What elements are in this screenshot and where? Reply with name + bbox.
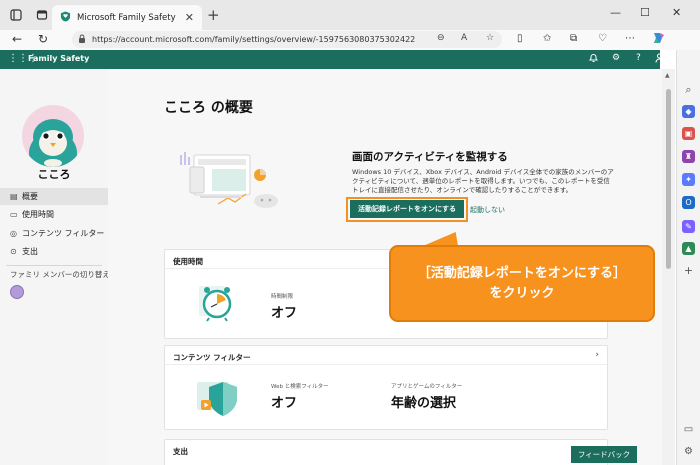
page-scrollbar[interactable]: ▲ [662, 69, 675, 465]
outlook-icon[interactable]: O [682, 196, 695, 209]
callout-line-2: をクリック [489, 285, 555, 301]
settings-icon[interactable]: ⚙ [612, 53, 620, 63]
nav-item-content-filter[interactable]: ◎ コンテンツ フィルター [0, 225, 108, 242]
designer-icon[interactable]: ✎ [682, 220, 695, 233]
instruction-callout: ［活動記録レポートをオンにする］ をクリック [389, 245, 655, 322]
web-filter-label: Web と検索フィルター [271, 384, 329, 390]
add-icon[interactable]: + [682, 264, 695, 277]
nav-item-spending[interactable]: ⊙ 支出 [0, 243, 108, 260]
feedback-button[interactable]: フィードバック [571, 446, 637, 463]
content-filter-card[interactable]: コンテンツ フィルター › Web と検索フィルター オフ アプリとゲームのフィ… [164, 345, 608, 430]
app-header: ⋮⋮⋮ Family Safety ⚙ ? [0, 50, 664, 69]
switch-member-label: ファミリ メンバーの切り替え [10, 270, 110, 279]
page-title: こころ の概要 [164, 100, 253, 116]
nav-item-label: 概要 [22, 192, 38, 201]
back-icon[interactable]: ← [12, 32, 22, 46]
close-tab-icon[interactable]: ✕ [185, 11, 194, 24]
edge-sidebar: ⌕ ◆ ▣ ♜ ✦ O ✎ ▲ + ▭ ⚙ [676, 50, 700, 465]
games-icon[interactable]: ♜ [682, 150, 695, 163]
family-safety-favicon [60, 11, 71, 24]
account-icon[interactable] [655, 53, 664, 66]
apps-filter-label: アプリとゲームのフィルター [391, 384, 463, 390]
sidebar-icon[interactable] [8, 7, 24, 23]
copilot-icon[interactable] [651, 31, 665, 48]
family-member-avatar[interactable] [10, 285, 24, 299]
card-heading: コンテンツ フィルター [173, 353, 251, 362]
apps-filter-value: 年齢の選択 [391, 396, 457, 411]
web-filter-value: オフ [271, 396, 298, 411]
help-icon[interactable]: ? [636, 53, 641, 63]
callout-line-1: ［活動記録レポートをオンにする］ [417, 265, 627, 281]
tab-title: Microsoft Family Safety [77, 12, 176, 23]
notification-icon[interactable] [589, 53, 598, 66]
time-limit-value: オフ [271, 306, 298, 321]
shopping-icon[interactable]: ◆ [682, 105, 695, 118]
lock-icon [78, 34, 86, 45]
card-heading: 支出 [173, 447, 188, 456]
profile-avatar[interactable] [22, 105, 84, 167]
nav-item-label: コンテンツ フィルター [22, 229, 105, 238]
promo-description: Windows 10 デバイス、Xbox デバイス、Android デバイス全体… [352, 168, 614, 194]
overview-icon: ▤ [10, 192, 18, 201]
screen-time-illustration [199, 282, 235, 322]
browser-tab-bar: Microsoft Family Safety ✕ + — ☐ ✕ [0, 0, 700, 30]
new-tab-button[interactable]: + [207, 6, 220, 24]
tools-icon[interactable]: ▣ [682, 127, 695, 140]
collections-icon[interactable]: ⧉ [570, 33, 577, 44]
read-aloud-icon[interactable]: A [461, 33, 467, 43]
activity-report-on-button[interactable]: 活動記録レポートをオンにする [350, 200, 464, 218]
app-name: Family Safety [28, 54, 90, 63]
profile-name: こころ [37, 168, 71, 181]
scroll-up-icon[interactable]: ▲ [665, 72, 670, 79]
favorites-icon[interactable]: ✩ [543, 33, 551, 44]
maximize-button[interactable]: ☐ [640, 6, 650, 19]
tab-actions-icon[interactable] [34, 7, 50, 23]
url-text: https://account.microsoft.com/family/set… [92, 35, 416, 44]
split-screen-icon[interactable]: ▯ [517, 33, 523, 44]
browser-essentials-icon[interactable]: ♡ [598, 33, 607, 44]
address-toolbar: ← ↻ https://account.microsoft.com/family… [0, 30, 700, 50]
scroll-thumb[interactable] [666, 89, 671, 269]
nav-item-label: 支出 [22, 247, 38, 256]
hide-sidebar-icon[interactable]: ▭ [682, 423, 695, 436]
refresh-icon[interactable]: ↻ [38, 32, 48, 46]
minimize-button[interactable]: — [610, 6, 621, 19]
left-navigation: こころ ▤ 概要 ▭ 使用時間 ◎ コンテンツ フィルター ⊙ 支出 ファミリ … [0, 69, 110, 465]
spending-icon: ⊙ [10, 247, 17, 256]
nav-item-label: 使用時間 [22, 210, 54, 219]
activity-illustration [180, 149, 290, 219]
favorite-icon[interactable]: ☆ [486, 33, 494, 43]
sidebar-settings-icon[interactable]: ⚙ [682, 445, 695, 458]
nav-divider [6, 265, 102, 266]
screen-time-icon: ▭ [10, 210, 18, 219]
nav-item-screen-time[interactable]: ▭ 使用時間 [0, 206, 108, 223]
time-limit-label: 時間制限 [271, 294, 294, 300]
content-filter-illustration [197, 376, 241, 420]
copilot-sidebar-icon[interactable]: ✦ [682, 173, 695, 186]
spending-card[interactable]: 支出 [164, 439, 608, 465]
search-icon[interactable]: ⌕ [682, 83, 695, 96]
card-divider [165, 364, 607, 365]
browser-tab[interactable]: Microsoft Family Safety ✕ [52, 5, 202, 30]
zoom-icon[interactable]: ⊖ [437, 33, 445, 43]
more-icon[interactable]: ⋯ [625, 33, 635, 44]
not-now-link[interactable]: 起動しない [470, 205, 505, 215]
drop-icon[interactable]: ▲ [682, 242, 695, 255]
close-window-button[interactable]: ✕ [672, 6, 681, 19]
content-filter-icon: ◎ [10, 229, 17, 238]
chevron-right-icon[interactable]: › [595, 350, 599, 360]
card-heading: 使用時間 [173, 257, 203, 266]
promo-title: 画面のアクティビティを監視する [352, 151, 508, 163]
nav-item-overview[interactable]: ▤ 概要 [0, 188, 108, 205]
